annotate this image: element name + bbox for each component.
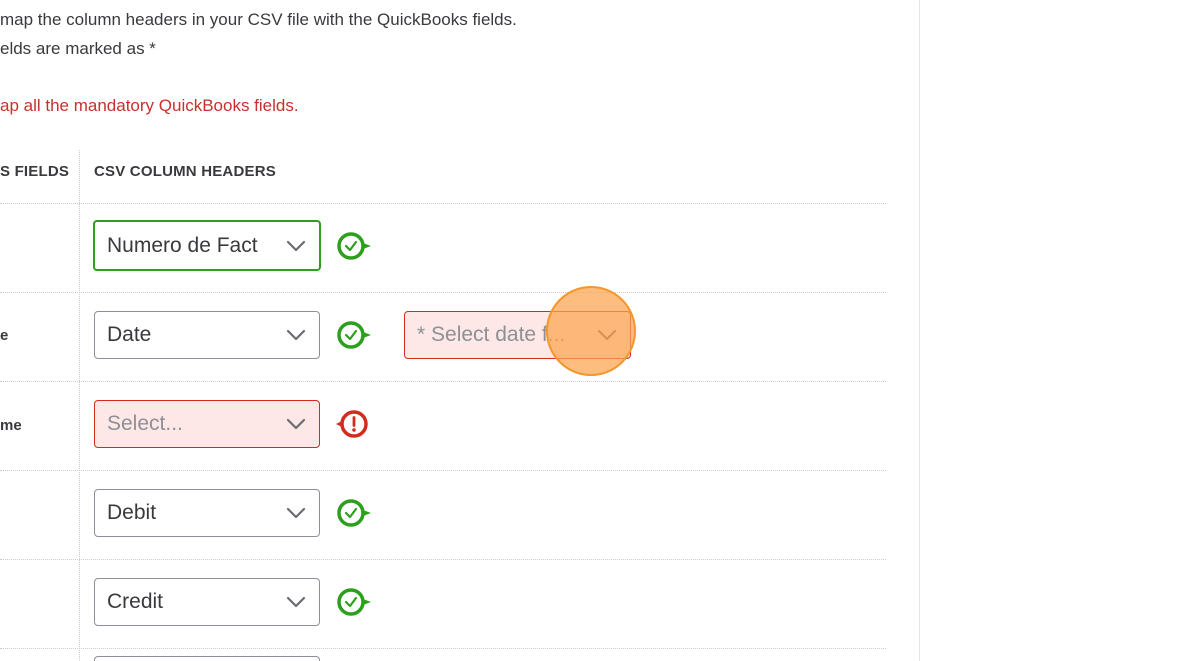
select-value: Date	[107, 323, 152, 346]
csv-column-select-credit[interactable]: Credit	[94, 578, 320, 626]
csv-column-select-next[interactable]	[94, 656, 320, 661]
click-indicator	[546, 286, 636, 376]
check-circle-icon	[337, 588, 371, 616]
quickbooks-field-label: e	[0, 327, 9, 344]
row-divider	[0, 292, 886, 293]
intro-text-line1: map the column headers in your CSV file …	[0, 10, 517, 29]
row-divider	[0, 381, 886, 382]
check-circle-icon	[337, 321, 371, 349]
side-area	[920, 0, 1183, 661]
quickbooks-fields-header: S FIELDS	[0, 163, 70, 180]
row-divider	[0, 470, 886, 471]
csv-column-select-date[interactable]: Date	[94, 311, 320, 359]
intro-text-line2: elds are marked as *	[0, 39, 156, 58]
column-divider	[79, 150, 80, 661]
chevron-down-icon	[273, 579, 319, 625]
error-message: ap all the mandatory QuickBooks fields.	[0, 96, 299, 115]
chevron-down-icon	[273, 490, 319, 536]
row-divider	[0, 203, 886, 204]
quickbooks-field-label: me	[0, 417, 22, 434]
chevron-down-icon	[273, 312, 319, 358]
csv-column-select-invoice-number[interactable]: Numero de Fact	[93, 220, 321, 271]
select-placeholder: Select...	[107, 412, 183, 435]
chevron-down-icon	[273, 223, 319, 269]
csv-column-select-name[interactable]: Select...	[94, 400, 320, 448]
csv-column-headers-header: CSV COLUMN HEADERS	[94, 163, 276, 180]
select-value: Debit	[107, 501, 157, 524]
check-circle-icon	[337, 232, 371, 260]
row-divider	[0, 648, 886, 649]
select-value: Credit	[107, 590, 164, 613]
select-value: Numero de Fact	[107, 233, 258, 257]
check-circle-icon	[337, 499, 371, 527]
row-divider	[0, 559, 886, 560]
csv-column-select-debit[interactable]: Debit	[94, 489, 320, 537]
chevron-down-icon	[273, 401, 319, 447]
exclamation-circle-icon	[336, 410, 368, 438]
